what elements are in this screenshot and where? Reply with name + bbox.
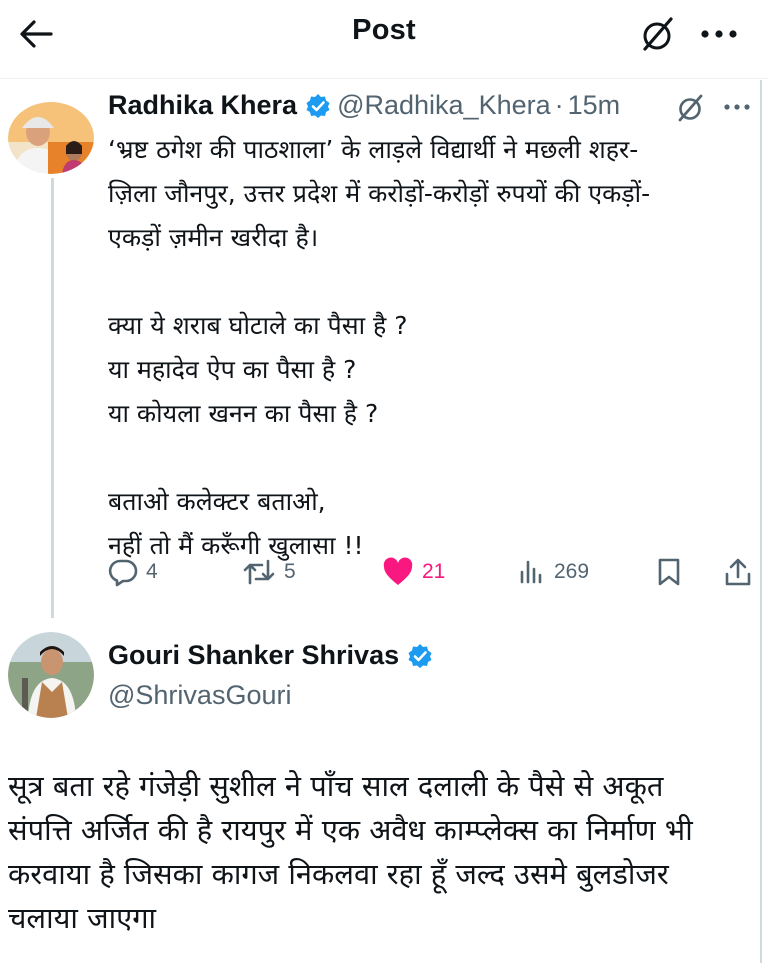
bookmark-icon bbox=[658, 558, 680, 586]
reply-author-name[interactable]: Gouri Shanker Shrivas bbox=[108, 640, 399, 671]
tweet-text-line: ज़िला जौनपुर, उत्तर प्रदेश में करोड़ों-क… bbox=[108, 179, 651, 208]
like-count: 21 bbox=[422, 560, 446, 583]
grok-button[interactable] bbox=[632, 12, 682, 56]
tweet-text-line: ‘भ्रष्ट ठगेश की पाठशाला’ के लाड़ले विद्य… bbox=[108, 135, 639, 164]
reply-author-row: Gouri Shanker Shrivas bbox=[108, 640, 439, 671]
tweet-more-button[interactable] bbox=[722, 92, 752, 126]
grok-icon bbox=[678, 94, 703, 122]
reply-text-line: करवाया है जिसका कागज निकलवा रहा हूँ जल्द… bbox=[8, 857, 669, 891]
tweet-actions: 4 5 21 269 bbox=[108, 552, 758, 592]
scroll-edge bbox=[760, 80, 762, 963]
views-button[interactable]: 269 bbox=[518, 552, 589, 592]
tweet-grok-button[interactable] bbox=[674, 92, 706, 128]
top-bar: Post bbox=[0, 0, 768, 70]
more-button[interactable] bbox=[692, 12, 746, 56]
reply-icon bbox=[108, 559, 138, 587]
repost-button[interactable]: 5 bbox=[242, 552, 296, 592]
heart-filled-icon bbox=[383, 557, 413, 585]
grok-icon bbox=[643, 17, 673, 51]
tweet-text-line: क्या ये शराब घोटाले का पैसा है ? bbox=[108, 311, 408, 340]
avatar-radhika[interactable] bbox=[8, 102, 94, 174]
share-icon bbox=[725, 558, 751, 586]
more-horizontal-icon bbox=[724, 104, 750, 110]
verified-badge-icon bbox=[407, 643, 433, 669]
share-button[interactable] bbox=[724, 552, 752, 592]
thread-line bbox=[51, 178, 54, 618]
reply-text-line: सूत्र बता रहे गंजेड़ी सुशील ने पाँच साल … bbox=[8, 769, 664, 803]
profile-photo bbox=[8, 102, 94, 174]
avatar-gouri[interactable] bbox=[8, 632, 94, 718]
repost-icon bbox=[243, 559, 275, 585]
verified-badge-icon bbox=[305, 93, 331, 119]
tweet-text-line: बताओ कलेक्टर बताओ, bbox=[108, 487, 326, 516]
view-count: 269 bbox=[554, 560, 590, 583]
repost-count: 5 bbox=[284, 560, 296, 583]
tweet-text-gap bbox=[108, 436, 748, 480]
more-horizontal-icon bbox=[701, 30, 737, 38]
separator-dot: · bbox=[554, 90, 564, 120]
tweet-text-line: या महादेव ऐप का पैसा है ? bbox=[108, 355, 357, 384]
tweet-text: ‘भ्रष्ट ठगेश की पाठशाला’ के लाड़ले विद्य… bbox=[108, 128, 748, 568]
reply-author-handle[interactable]: @ShrivasGouri bbox=[108, 680, 291, 711]
tweet-text-gap bbox=[108, 260, 748, 304]
header-divider bbox=[0, 78, 768, 79]
tweet-text-line: या कोयला खनन का पैसा है ? bbox=[108, 399, 379, 428]
reply-text-line: संपत्ति अर्जित की है रायपुर में एक अवैध … bbox=[8, 813, 693, 847]
tweet-text-line: एकड़ों ज़मीन खरीदा है। bbox=[108, 223, 319, 252]
tweet-time[interactable]: 15m bbox=[568, 90, 621, 121]
author-name[interactable]: Radhika Khera bbox=[108, 90, 297, 121]
reply-count: 4 bbox=[146, 560, 158, 583]
bookmark-button[interactable] bbox=[656, 552, 682, 592]
profile-photo bbox=[8, 632, 94, 718]
author-handle[interactable]: @Radhika_Khera bbox=[337, 90, 551, 121]
reply-button[interactable]: 4 bbox=[108, 552, 158, 592]
tweet-author-row: Radhika Khera @Radhika_Khera · 15m bbox=[108, 90, 620, 121]
like-button[interactable]: 21 bbox=[382, 552, 445, 592]
reply-text: सूत्र बता रहे गंजेड़ी सुशील ने पाँच साल … bbox=[8, 764, 756, 940]
reply-text-line: चलाया जाएगा bbox=[8, 901, 157, 935]
views-icon bbox=[520, 560, 542, 584]
